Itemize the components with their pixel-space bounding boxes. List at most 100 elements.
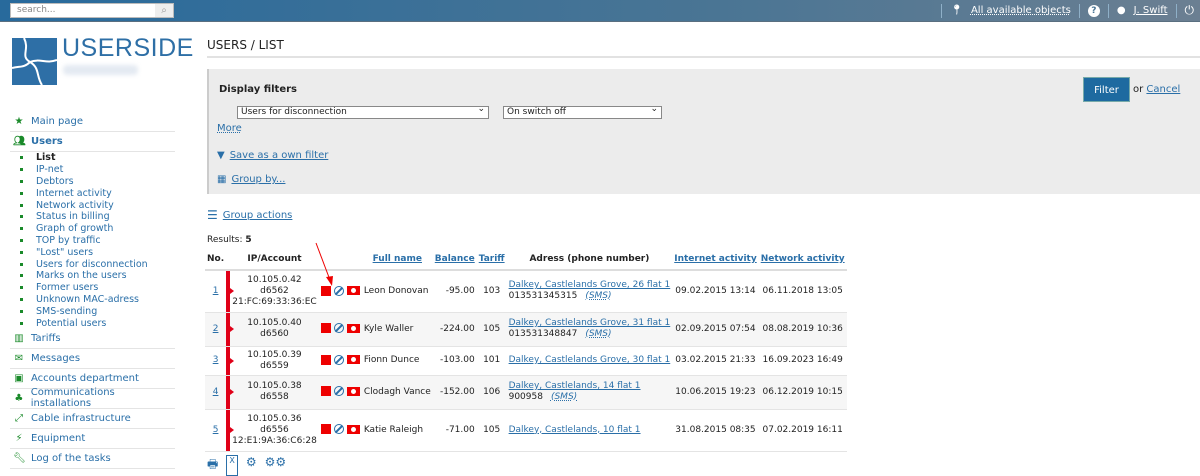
sidebar-item-users[interactable]: 👥︎ Users bbox=[10, 132, 175, 152]
row-number-link[interactable]: 4 bbox=[213, 387, 219, 397]
money-icon[interactable] bbox=[346, 424, 360, 434]
balance: -95.00 bbox=[432, 270, 477, 313]
full-name[interactable]: Fionn Dunce bbox=[361, 346, 433, 376]
help-icon[interactable]: ? bbox=[1087, 4, 1100, 17]
blocked-icon[interactable] bbox=[333, 386, 344, 397]
sidebar-item[interactable]: ⤢ Cable infrastructure bbox=[10, 409, 175, 429]
status-bar bbox=[226, 346, 235, 376]
ip-address: 10.105.0.39 bbox=[247, 349, 302, 360]
row-number-link[interactable]: 2 bbox=[213, 324, 219, 334]
sidebar-subitem[interactable]: Potential users bbox=[20, 317, 175, 329]
sidebar-subitem[interactable]: Status in billing bbox=[20, 211, 175, 223]
power-icon[interactable]: ⏻ bbox=[1185, 3, 1195, 18]
save-filter-link[interactable]: Save as a own filter bbox=[230, 150, 329, 161]
group-actions-link[interactable]: Group actions bbox=[223, 210, 293, 221]
group-by-link[interactable]: Group by... bbox=[231, 174, 285, 185]
search-icon[interactable]: ⌕ bbox=[155, 4, 173, 17]
money-icon[interactable] bbox=[346, 323, 360, 333]
status-bar bbox=[226, 270, 235, 313]
sidebar-subitem-label: Graph of growth bbox=[36, 223, 114, 235]
address-link[interactable]: Dalkey, Castlelands, 10 flat 1 bbox=[509, 425, 641, 435]
excel-export-icon[interactable]: X bbox=[226, 455, 238, 476]
account: d6556 bbox=[260, 424, 289, 435]
sidebar-subitem[interactable]: IP-net bbox=[20, 164, 175, 176]
sidebar-subitem[interactable]: TOP by traffic bbox=[20, 235, 175, 247]
star-icon: ★ bbox=[14, 116, 24, 127]
address-link[interactable]: Dalkey, Castlelands Grove, 26 flat 1 bbox=[509, 280, 671, 290]
blocked-icon[interactable] bbox=[333, 323, 344, 334]
print-icon[interactable]: 🖶︎ bbox=[207, 455, 218, 476]
sidebar-item[interactable]: ⚡ Equipment bbox=[10, 429, 175, 449]
tariff: 103 bbox=[476, 270, 507, 313]
gears-icon[interactable]: ⚙⚙ bbox=[265, 455, 287, 476]
sms-link[interactable]: (SMS) bbox=[585, 291, 611, 301]
table-row: 1 10.105.0.42 d6562 21:FC:69:33:36:EC Leon… bbox=[205, 270, 847, 313]
divider bbox=[1107, 3, 1109, 18]
col-tariff[interactable]: Tariff bbox=[476, 248, 507, 271]
row-number-link[interactable]: 1 bbox=[213, 286, 219, 296]
map-pin-icon: 📍︎ bbox=[950, 5, 963, 16]
network-activity: 16.09.2023 16:49 bbox=[758, 346, 847, 376]
sidebar-item[interactable]: ▣ Accounts department bbox=[10, 369, 175, 389]
col-balance[interactable]: Balance bbox=[432, 248, 477, 271]
all-objects-link[interactable]: All available objects bbox=[971, 5, 1071, 16]
sidebar-subitem[interactable]: Graph of growth bbox=[20, 223, 175, 235]
blocked-icon[interactable] bbox=[333, 424, 344, 435]
col-internet-activity[interactable]: Internet activity bbox=[672, 248, 759, 271]
sidebar-subitem[interactable]: Former users bbox=[20, 282, 175, 294]
money-icon[interactable] bbox=[346, 286, 360, 295]
sidebar-item[interactable]: ✉ Messages bbox=[10, 349, 175, 369]
money-icon[interactable] bbox=[346, 386, 360, 396]
sms-link[interactable]: (SMS) bbox=[551, 392, 577, 402]
list-icon: ☰ bbox=[207, 208, 218, 222]
sidebar-subitem[interactable]: Unknown MAC-adress bbox=[20, 294, 175, 306]
bullet-icon bbox=[20, 250, 23, 254]
full-name[interactable]: Clodagh Vance bbox=[361, 375, 433, 410]
gear-icon[interactable]: ⚙ bbox=[246, 455, 257, 476]
filters-panel: Display filters Users for disconnection … bbox=[207, 69, 1200, 194]
filter-button[interactable]: Filter bbox=[1083, 77, 1130, 102]
sidebar: ★ Main page 👥︎ Users List IP-net Debtors Inte… bbox=[10, 112, 175, 469]
full-name[interactable]: Kyle Waller bbox=[361, 312, 433, 347]
row-number-link[interactable]: 5 bbox=[213, 425, 219, 435]
sidebar-subitem[interactable]: Marks on the users bbox=[20, 270, 175, 282]
money-icon[interactable] bbox=[346, 355, 360, 365]
account: d6559 bbox=[260, 360, 289, 371]
more-link[interactable]: More bbox=[217, 123, 242, 134]
sidebar-subitem[interactable]: Users for disconnection bbox=[20, 258, 175, 270]
col-full-name[interactable]: Full name bbox=[361, 248, 433, 271]
sidebar-subitem[interactable]: "Lost" users bbox=[20, 246, 175, 258]
sidebar-item[interactable]: 🔧︎ Log of the tasks bbox=[10, 449, 175, 469]
user-link[interactable]: J. Swift bbox=[1134, 5, 1168, 16]
full-name[interactable]: Katie Raleigh bbox=[361, 409, 433, 452]
address-link[interactable]: Dalkey, Castlelands Grove, 30 flat 1 bbox=[509, 355, 671, 365]
search-input[interactable]: search... ⌕ bbox=[10, 3, 174, 18]
sidebar-subitem[interactable]: Network activity bbox=[20, 199, 175, 211]
row-number-link[interactable]: 3 bbox=[213, 355, 219, 365]
sidebar-subitem[interactable]: Debtors bbox=[20, 176, 175, 188]
funnel-icon: ▼ bbox=[217, 150, 225, 161]
sidebar-subitem[interactable]: Internet activity bbox=[20, 187, 175, 199]
address-link[interactable]: Dalkey, Castlelands Grove, 31 flat 1 bbox=[509, 318, 671, 328]
ip-address: 10.105.0.42 bbox=[247, 274, 302, 285]
blocked-icon[interactable] bbox=[333, 285, 344, 296]
col-network-activity[interactable]: Network activity bbox=[758, 248, 847, 271]
sidebar-item-main-page[interactable]: ★ Main page bbox=[10, 112, 175, 132]
sidebar-item[interactable]: ▥ Tariffs bbox=[10, 329, 175, 349]
full-name[interactable]: Leon Donovan bbox=[361, 270, 433, 313]
blocked-icon[interactable] bbox=[333, 354, 344, 365]
logo-icon[interactable] bbox=[11, 37, 58, 86]
sidebar-subitem[interactable]: SMS-sending bbox=[20, 305, 175, 317]
sms-link[interactable]: (SMS) bbox=[585, 329, 611, 339]
sidebar-subitem-label: IP-net bbox=[36, 164, 64, 176]
cancel-link[interactable]: Cancel bbox=[1146, 84, 1180, 95]
filter-select-type[interactable]: Users for disconnection bbox=[237, 104, 489, 119]
sidebar-subitem-label: Former users bbox=[36, 282, 99, 294]
sidebar-item[interactable]: ♣ Communications installations bbox=[10, 387, 175, 409]
address-link[interactable]: Dalkey, Castlelands, 14 flat 1 bbox=[509, 381, 641, 391]
filter-select-mode[interactable]: On switch off bbox=[503, 104, 662, 119]
sidebar-item-label: Tariffs bbox=[31, 332, 61, 344]
sidebar-subitem[interactable]: List bbox=[20, 152, 175, 164]
bullet-icon bbox=[20, 203, 23, 207]
bullet-icon bbox=[20, 297, 23, 301]
